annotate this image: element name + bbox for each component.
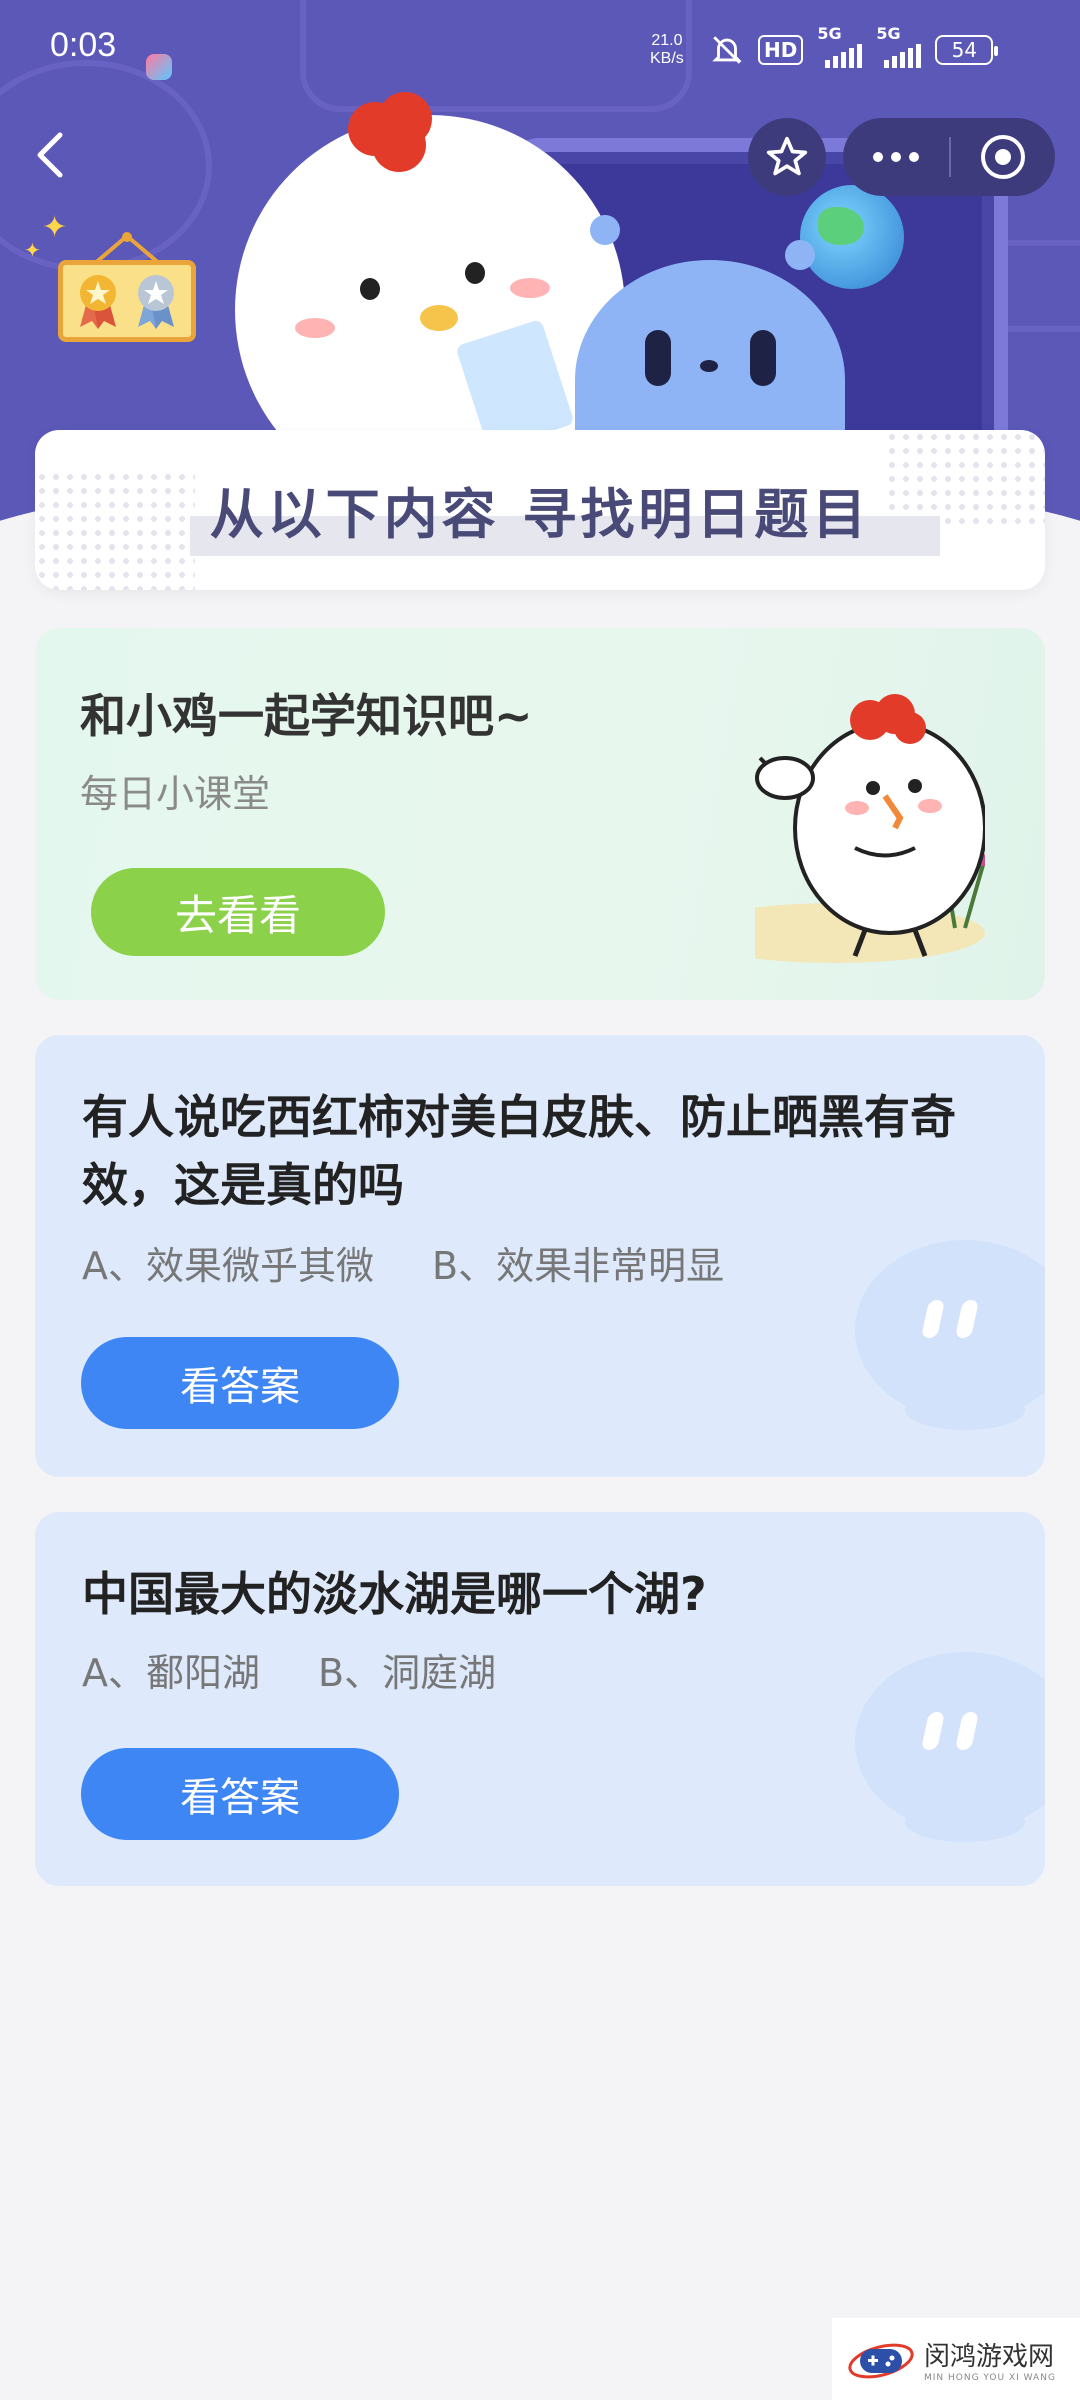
signal-strength-2: 5G (876, 24, 922, 68)
section-banner: 从以下内容 寻找明日题目 (35, 430, 1045, 590)
star-icon (766, 136, 808, 176)
hd-badge: HD (758, 35, 804, 65)
watermark-name: 闵鸿游戏网 (924, 2341, 1055, 2372)
app-notification-icon (146, 54, 172, 80)
network-speed-unit: KB/s (650, 50, 684, 67)
network-speed-value: 21.0 (651, 32, 683, 49)
silver-medal-icon (138, 275, 174, 329)
close-miniapp-button[interactable] (951, 134, 1055, 180)
sparkle-icon: ✦ (42, 210, 68, 245)
go-watch-button[interactable]: 去看看 (91, 868, 385, 956)
alien-eye (645, 330, 671, 386)
earth-illustration (800, 185, 904, 289)
watermark-pinyin: MIN HONG YOU XI WANG (924, 2372, 1056, 2383)
daily-class-title: 和小鸡一起学知识吧~ (80, 689, 533, 743)
daily-class-card[interactable]: 和小鸡一起学知识吧~ 每日小课堂 去看看 (35, 628, 1045, 1000)
sparkle-icon: ✦ (24, 238, 41, 262)
alien-eye (750, 330, 776, 386)
back-button[interactable] (30, 125, 74, 185)
question-text: 有人说吃西红柿对美白皮肤、防止晒黑有奇效，这是真的吗 (82, 1090, 956, 1212)
chat-bubble-icon (855, 1652, 1045, 1842)
chick-beak (420, 305, 458, 331)
bell-muted-icon (712, 36, 742, 64)
gamepad-logo-icon (848, 2343, 914, 2379)
option-a: A、效果微乎其微 (82, 1244, 374, 1288)
signal-strength-1: 5G (817, 24, 863, 68)
alien-antenna (590, 215, 620, 245)
chat-bubble-icon (855, 1240, 1045, 1430)
more-button[interactable] (843, 152, 949, 162)
option-b: B、洞庭湖 (318, 1651, 497, 1695)
question-options: A、效果微乎其微 B、效果非常明显 (82, 1235, 724, 1290)
chick-waving-illustration (755, 694, 985, 963)
gold-medal-icon (80, 275, 116, 329)
view-answer-button[interactable]: 看答案 (81, 1748, 399, 1840)
chick-eye (360, 278, 380, 300)
question-card: 有人说吃西红柿对美白皮肤、防止晒黑有奇效，这是真的吗 A、效果微乎其微 B、效果… (35, 1035, 1045, 1477)
status-bar: 0:03 21.0 KB/s HD 5G 5G 54 (0, 20, 1080, 80)
daily-class-subtitle: 每日小课堂 (80, 772, 271, 816)
question-options: A、鄱阳湖 B、洞庭湖 (82, 1642, 496, 1697)
network-type-label: 5G (817, 24, 842, 43)
medal-board[interactable] (58, 260, 196, 342)
question-card: 中国最大的淡水湖是哪一个湖? A、鄱阳湖 B、洞庭湖 看答案 (35, 1512, 1045, 1886)
network-type-label: 5G (876, 24, 901, 43)
option-b: B、效果非常明显 (432, 1244, 725, 1288)
chick-blush (510, 278, 550, 298)
target-icon (981, 135, 1025, 179)
miniapp-capsule (843, 118, 1055, 196)
site-watermark: 闵鸿游戏网 MIN HONG YOU XI WANG (832, 2318, 1080, 2400)
option-a: A、鄱阳湖 (82, 1651, 260, 1695)
alien-nose (700, 360, 718, 372)
favorite-button[interactable] (748, 118, 826, 196)
status-time: 0:03 (50, 26, 117, 64)
chick-eye (465, 262, 485, 284)
status-icons: HD 5G 5G 54 (710, 24, 999, 70)
chick-comb (348, 92, 444, 172)
alien-antenna (785, 240, 815, 270)
banner-title: 从以下内容 寻找明日题目 (209, 483, 871, 546)
question-text: 中国最大的淡水湖是哪一个湖? (82, 1567, 707, 1621)
chevron-left-icon (37, 132, 63, 178)
view-answer-button[interactable]: 看答案 (81, 1337, 399, 1429)
battery-indicator: 54 (935, 35, 999, 65)
network-speed: 21.0 KB/s (650, 32, 684, 68)
chick-blush (295, 318, 335, 338)
